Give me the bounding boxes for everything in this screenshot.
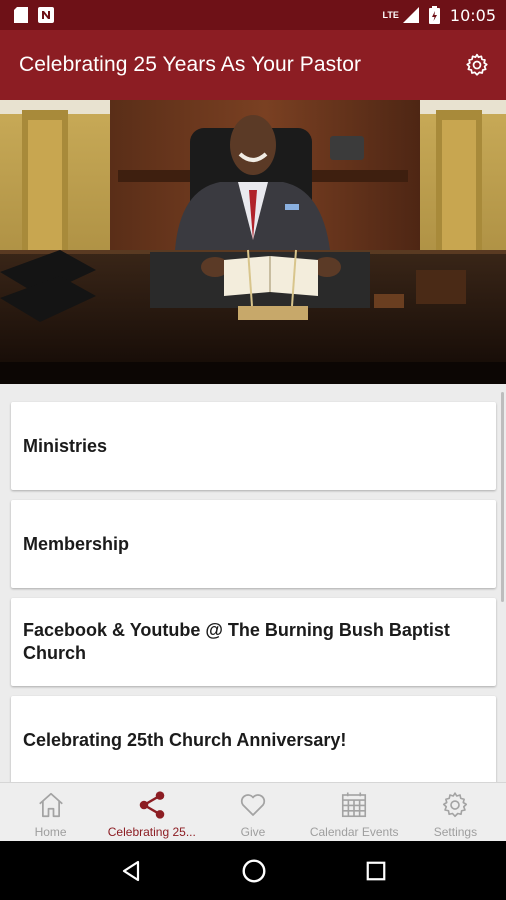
nav-item-calendar[interactable]: Calendar Events [304,783,405,841]
nav-label: Home [34,825,67,839]
bottom-navigation: Home Celebrating 25... Give Calendar Eve… [0,782,506,841]
nav-label: Celebrating 25... [107,825,196,839]
share-icon [136,789,168,821]
list-item-anniversary[interactable]: Celebrating 25th Church Anniversary! [11,696,496,782]
status-left [14,7,54,23]
signal-icon [402,7,419,23]
list-item-membership[interactable]: Membership [11,500,496,588]
settings-button[interactable] [460,48,494,82]
gear-icon [466,53,488,76]
nav-label: Give [240,825,266,839]
page-title: Celebrating 25 Years As Your Pastor [19,53,362,76]
hero-image [0,100,506,384]
list-item-ministries[interactable]: Ministries [11,402,496,490]
nav-item-home[interactable]: Home [0,783,101,841]
back-icon[interactable] [119,859,143,883]
nav-item-give[interactable]: Give [202,783,303,841]
list-item-label: Ministries [23,435,108,456]
pastor-photo [0,100,506,384]
battery-icon [428,6,440,24]
list-item-label: Membership [23,533,130,554]
menu-list: Ministries Membership Facebook & Youtube… [0,384,506,782]
heart-icon [238,789,268,821]
sd-card-icon [14,7,28,23]
list-item-facebook-youtube[interactable]: Facebook & Youtube @ The Burning Bush Ba… [11,598,496,686]
status-right: LTE 10:05 [383,6,496,25]
nav-label: Settings [433,825,478,839]
system-navigation-bar [0,841,506,900]
gear-icon [440,789,470,821]
list-item-label: Celebrating 25th Church Anniversary! [23,729,347,750]
status-time: 10:05 [449,5,496,25]
nav-item-celebrating[interactable]: Celebrating 25... [101,783,202,841]
list-item-label: Facebook & Youtube @ The Burning Bush Ba… [23,620,450,663]
home-icon [36,789,66,821]
home-circle-icon[interactable] [241,858,267,884]
calendar-icon [339,789,369,821]
app-bar: Celebrating 25 Years As Your Pastor [0,30,506,100]
status-bar: LTE 10:05 [0,0,506,30]
notification-n-icon [38,7,54,23]
scrollbar[interactable] [501,392,504,602]
network-type: LTE [382,10,399,20]
recents-icon[interactable] [365,860,387,882]
nav-item-settings[interactable]: Settings [405,783,506,841]
nav-label: Calendar Events [309,825,399,839]
